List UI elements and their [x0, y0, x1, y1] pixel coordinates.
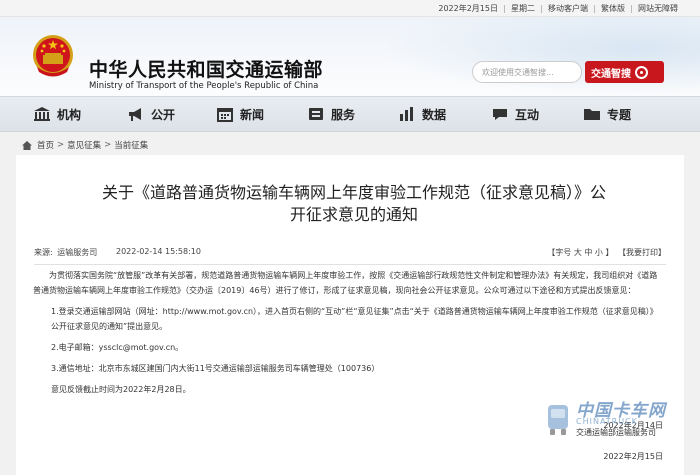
nav-item-label: 机构	[57, 107, 82, 122]
paragraph-email: 2.电子邮箱：yssclc@mot.gov.cn。	[51, 343, 184, 352]
paragraph-website: 1.登录交通运输部网站（网址：http://www.mot.gov.cn），进入…	[51, 307, 658, 331]
current-date: 2022年2月15日	[438, 4, 498, 13]
nav-item-news[interactable]: 新闻	[216, 96, 264, 132]
top-utility-bar: 2022年2月15日 星期二 移动客户端 繁体版 网站无障碍	[0, 0, 700, 17]
nav-item-label: 数据	[422, 107, 447, 122]
search-icon	[635, 65, 648, 79]
mobile-client-link[interactable]: 移动客户端	[548, 3, 588, 14]
main-nav: 机构 公开 新闻 服务 数据 互动 专题	[0, 96, 700, 132]
main-nav-items: 机构 公开 新闻 服务 数据 互动 专题	[0, 96, 700, 132]
nav-item-topics[interactable]: 专题	[583, 96, 631, 132]
smart-search-label: 交通智搜	[591, 68, 631, 80]
nav-item-label: 专题	[607, 107, 632, 122]
watermark-sub: 交通运输部运输服务司	[576, 428, 656, 437]
separator	[541, 4, 542, 13]
article-source: 来源: 运输服务司	[34, 247, 97, 258]
site-title[interactable]: 中华人民共和国交通运输部	[89, 55, 323, 82]
watermark: 中国卡车网 CHINATRUCK 交通运输部运输服务司	[545, 395, 700, 445]
bottom-date: 2022年2月15日	[603, 452, 663, 461]
nav-item-label: 互动	[515, 107, 540, 122]
print-button[interactable]: 【我要打印】	[618, 248, 666, 257]
chat-icon	[493, 109, 507, 120]
watermark-en: CHINATRUCK	[576, 417, 638, 426]
separator	[594, 4, 595, 13]
font-size-switch[interactable]: 【字号 大 中 小 】	[547, 248, 613, 257]
megaphone-icon	[129, 108, 141, 121]
accessibility-link[interactable]: 网站无障碍	[638, 3, 678, 14]
smart-search-button[interactable]: 交通智搜	[585, 61, 664, 83]
nav-item-label: 新闻	[240, 107, 265, 122]
search-input[interactable]: 欢迎使用交通智搜...	[472, 61, 582, 83]
paragraph-address: 3.通信地址：北京市东城区建国门内大街11号交通运输部运输服务司车辆管理处（10…	[51, 364, 380, 373]
nav-item-interaction[interactable]: 互动	[491, 96, 539, 132]
national-emblem-icon[interactable]	[31, 33, 75, 79]
service-icon	[309, 108, 323, 120]
article-title-line-1: 关于《道路普通货物运输车辆网上年度审验工作规范（征求意见稿）》公	[101, 183, 606, 202]
breadcrumb-line: 首页 > 意见征集 > 当前征集	[22, 139, 148, 151]
header-background-wash	[380, 17, 700, 96]
breadcrumb-opinion-collection[interactable]: 意见征集	[67, 139, 101, 151]
article-title-line-2: 开征求意见的通知	[289, 205, 418, 224]
chevron-right-icon: >	[104, 140, 112, 150]
nav-item-services[interactable]: 服务	[307, 96, 355, 132]
traditional-chinese-link[interactable]: 繁体版	[601, 3, 625, 14]
search-placeholder: 欢迎使用交通智搜...	[482, 68, 554, 77]
article-tools: 【字号 大 中 小 】 【我要打印】	[545, 247, 666, 258]
home-icon[interactable]	[22, 140, 32, 150]
folder-icon	[584, 109, 600, 120]
breadcrumb-home[interactable]: 首页	[37, 139, 54, 151]
building-icon	[34, 107, 50, 121]
breadcrumb-current[interactable]: 当前征集	[114, 139, 148, 151]
breadcrumb: 首页 > 意见征集 > 当前征集	[0, 132, 700, 154]
paragraph-intro: 为贯彻落实国务院“放管服”改革有关部署，规范道路普通货物运输车辆网上年度审验工作…	[33, 271, 658, 295]
nav-item-label: 服务	[331, 107, 356, 122]
nav-item-data[interactable]: 数据	[398, 96, 446, 132]
article-title: 关于《道路普通货物运输车辆网上年度审验工作规范（征求意见稿）》公 开征求意见的通…	[40, 182, 668, 226]
top-utility-items: 2022年2月15日 星期二 移动客户端 繁体版 网站无障碍	[438, 3, 678, 14]
current-weekday: 星期二	[511, 4, 535, 13]
chevron-right-icon: >	[57, 140, 65, 150]
bar-chart-icon	[400, 107, 413, 121]
site-subtitle: Ministry of Transport of the People's Re…	[89, 81, 319, 91]
source-value: 运输服务司	[57, 248, 98, 257]
site-header: 中华人民共和国交通运输部 Ministry of Transport of th…	[0, 17, 700, 96]
article-meta: 来源: 运输服务司 2022-02-14 15:58:10 【字号 大 中 小 …	[34, 245, 666, 265]
separator	[504, 4, 505, 13]
source-label: 来源:	[34, 248, 53, 257]
separator	[631, 4, 632, 13]
truck-logo-icon	[548, 405, 568, 435]
article-body: 为贯彻落实国务院“放管服”改革有关部署，规范道路普通货物运输车辆网上年度审验工作…	[33, 268, 663, 403]
nav-item-label: 公开	[151, 107, 176, 122]
nav-item-disclosure[interactable]: 公开	[127, 96, 175, 132]
calendar-icon	[217, 108, 233, 122]
nav-item-organization[interactable]: 机构	[33, 96, 81, 132]
publish-time: 2022-02-14 15:58:10	[116, 247, 201, 256]
